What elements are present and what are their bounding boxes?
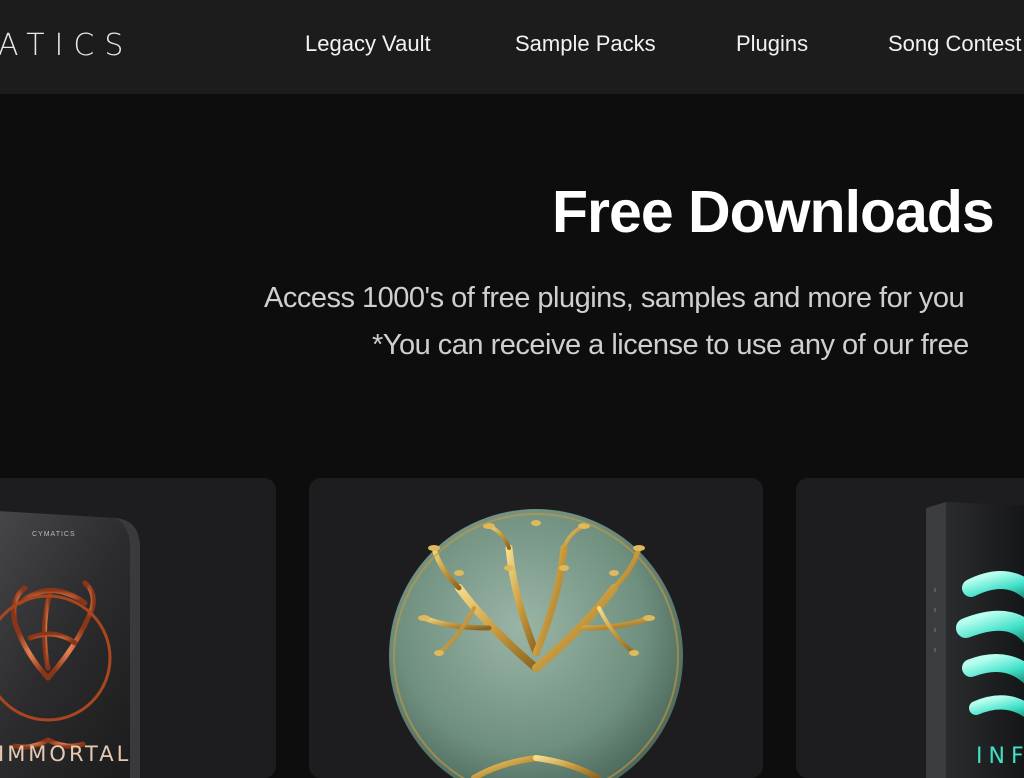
nav-link-song-contest[interactable]: Song Contest [888, 31, 1021, 57]
infinity-product-box-icon: INFI [926, 502, 1024, 778]
hero-license-note: *You can receive a license to use any of… [372, 329, 969, 361]
site-logo[interactable]: ATICS [0, 28, 133, 63]
nav-link-legacy-vault[interactable]: Legacy Vault [305, 31, 431, 57]
page-title: Free Downloads [552, 179, 995, 245]
hero-description: Access 1000's of free plugins, samples a… [264, 282, 965, 314]
top-navigation-bar: ATICS Legacy Vault Sample Packs Plugins … [0, 0, 1024, 94]
product-card-infinity[interactable]: INFI [796, 478, 1024, 778]
nav-link-plugins[interactable]: Plugins [736, 31, 808, 57]
immortal-box-title: IMMORTAL [0, 742, 131, 766]
nav-link-sample-packs[interactable]: Sample Packs [515, 31, 656, 57]
immortal-product-box-icon: CYMATICS IMMORTAL [0, 511, 140, 778]
infinity-box-title: INFI [976, 744, 1024, 769]
product-card-immortal[interactable]: CYMATICS IMMORTAL [0, 478, 276, 778]
product-card-tree-of-life[interactable] [309, 478, 763, 778]
tree-of-life-emblem-icon [389, 509, 683, 778]
immortal-box-brand: CYMATICS [32, 531, 76, 538]
